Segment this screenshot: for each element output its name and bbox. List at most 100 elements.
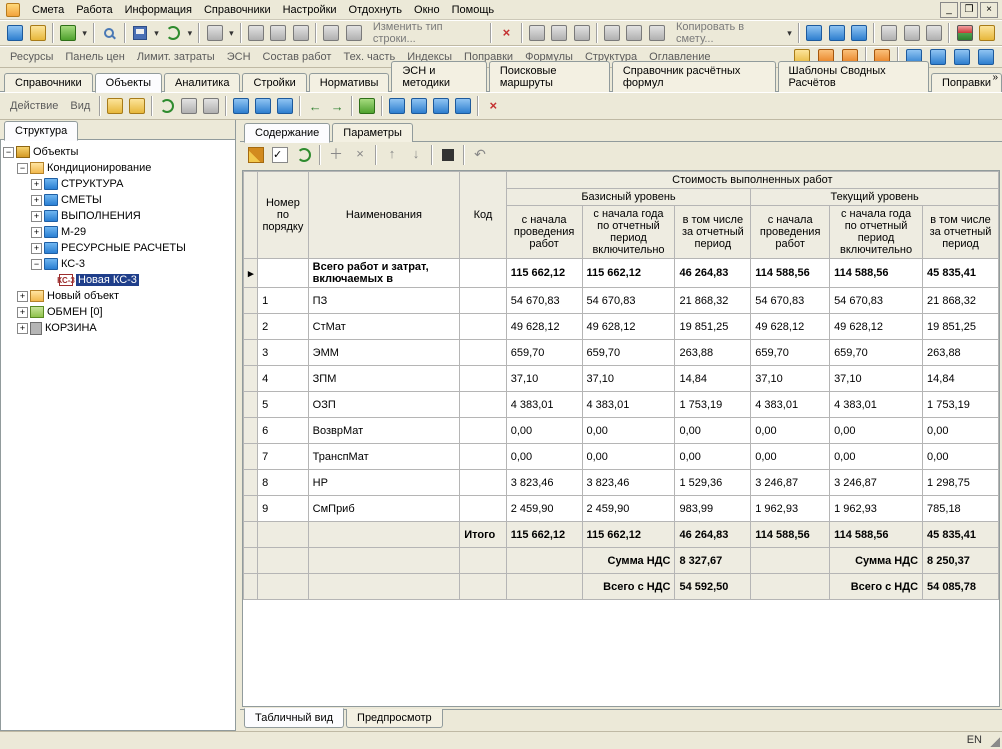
folder-icon[interactable] — [127, 96, 147, 116]
tool-icon[interactable] — [902, 22, 922, 44]
tool-icon[interactable] — [431, 96, 451, 116]
tool-icon[interactable] — [291, 22, 311, 44]
tool-icon[interactable] — [549, 22, 569, 44]
table-row[interactable]: 7ТранспМат0,000,000,000,000,000,00 — [244, 444, 999, 470]
table-row[interactable]: 1ПЗ54 670,8354 670,8321 868,3254 670,835… — [244, 288, 999, 314]
tab-structure[interactable]: Структура — [4, 121, 78, 141]
tool-icon[interactable] — [624, 22, 644, 44]
link-item[interactable]: Панель цен — [59, 49, 130, 65]
tool-icon[interactable] — [571, 22, 591, 44]
undo-icon[interactable]: ↶ — [469, 144, 491, 166]
tree-node[interactable]: +РЕСУРСНЫЕ РАСЧЕТЫ — [3, 240, 233, 256]
menu-item[interactable]: Справочники — [198, 2, 277, 18]
inner-tab[interactable]: Содержание — [244, 123, 330, 143]
refresh-icon[interactable] — [163, 22, 183, 44]
tool-icon[interactable] — [27, 22, 47, 44]
data-grid[interactable]: Номер по порядкуНаименованияКодСтоимость… — [242, 170, 1000, 707]
tool-icon[interactable] — [204, 22, 224, 44]
main-tab[interactable]: Нормативы — [309, 73, 390, 92]
tool-icon[interactable] — [527, 22, 547, 44]
tool-icon[interactable] — [201, 96, 221, 116]
table-row[interactable]: 3ЭММ659,70659,70263,88659,70659,70263,88 — [244, 340, 999, 366]
main-tab[interactable]: Поисковые маршруты — [489, 61, 610, 92]
tool-icon[interactable] — [253, 96, 273, 116]
main-tab[interactable]: Объекты — [95, 73, 162, 93]
arrow-right-icon[interactable]: → — [327, 96, 347, 116]
confirm-icon[interactable]: ✓ — [269, 144, 291, 166]
indent-icon[interactable] — [927, 46, 949, 68]
tool-icon[interactable] — [849, 22, 869, 44]
stop-icon[interactable] — [437, 144, 459, 166]
tree-node[interactable]: +ВЫПОЛНЕНИЯ — [3, 208, 233, 224]
tree-node[interactable]: +СМЕТЫ — [3, 192, 233, 208]
tool-icon[interactable] — [275, 96, 295, 116]
inner-tab[interactable]: Параметры — [332, 123, 413, 142]
bottom-tab[interactable]: Табличный вид — [244, 708, 344, 728]
menu-item[interactable]: Информация — [119, 2, 198, 18]
chevron-down-icon[interactable]: ▾ — [184, 28, 195, 39]
tool-icon[interactable] — [268, 22, 288, 44]
indent-icon[interactable] — [951, 46, 973, 68]
main-tab[interactable]: Шаблоны Сводных Расчётов — [778, 61, 929, 92]
tool-icon[interactable] — [647, 22, 667, 44]
tool-icon[interactable] — [343, 22, 363, 44]
close-tab-icon[interactable]: × — [483, 96, 503, 116]
tool-icon[interactable] — [453, 96, 473, 116]
tool-icon[interactable] — [179, 96, 199, 116]
chevron-down-icon[interactable]: ▾ — [226, 28, 237, 39]
main-tab[interactable]: Стройки — [242, 73, 306, 92]
tree-node[interactable]: +Новый объект — [3, 288, 233, 304]
edit-icon[interactable] — [245, 144, 267, 166]
tree-node[interactable]: +КОРЗИНА — [3, 320, 233, 336]
tree-node[interactable]: КС-3Новая КС-3 — [3, 272, 233, 288]
tool-icon[interactable] — [246, 22, 266, 44]
tree-node[interactable]: −КС-3 — [3, 256, 233, 272]
menu-item[interactable]: Отдохнуть — [343, 2, 409, 18]
table-row[interactable]: 2СтМат49 628,1249 628,1219 851,2549 628,… — [244, 314, 999, 340]
tool-icon[interactable] — [5, 22, 25, 44]
tool-icon[interactable] — [879, 22, 899, 44]
view-menu[interactable]: Вид — [64, 98, 96, 114]
save-icon[interactable] — [130, 22, 150, 44]
folder-up-icon[interactable] — [105, 96, 125, 116]
excel-icon[interactable] — [58, 22, 78, 44]
add-row-icon[interactable]: ＋ — [325, 144, 347, 166]
tool-icon[interactable] — [231, 96, 251, 116]
chevron-down-icon[interactable]: ▾ — [784, 28, 795, 39]
tool-icon[interactable] — [804, 22, 824, 44]
main-tab[interactable]: Поправки — [931, 73, 1002, 92]
table-row[interactable]: 9СмПриб2 459,902 459,90983,991 962,931 9… — [244, 496, 999, 522]
table-row[interactable]: 6ВозврМат0,000,000,000,000,000,00 — [244, 418, 999, 444]
move-down-icon[interactable]: ↓ — [405, 144, 427, 166]
table-row[interactable]: 4ЗПМ37,1037,1014,8437,1037,1014,84 — [244, 366, 999, 392]
tool-icon[interactable] — [826, 22, 846, 44]
tool-icon[interactable] — [357, 96, 377, 116]
restore-button[interactable]: ❐ — [960, 2, 978, 18]
action-menu[interactable]: Действие — [4, 98, 64, 114]
help-icon[interactable] — [977, 22, 997, 44]
menu-item[interactable]: Окно — [408, 2, 446, 18]
delete-row-icon[interactable]: × — [349, 144, 371, 166]
main-tab[interactable]: Справочник расчётных формул — [612, 61, 776, 92]
tool-icon[interactable] — [924, 22, 944, 44]
table-row[interactable]: 5ОЗП4 383,014 383,011 753,194 383,014 38… — [244, 392, 999, 418]
chevron-down-icon[interactable]: ▾ — [151, 28, 162, 39]
close-button[interactable]: × — [980, 2, 998, 18]
tree-node[interactable]: −Кондиционирование — [3, 160, 233, 176]
tree-node[interactable]: +СТРУКТУРА — [3, 176, 233, 192]
delete-icon[interactable]: × — [496, 22, 516, 44]
tree-node[interactable]: +М-29 — [3, 224, 233, 240]
resize-grip-icon[interactable] — [988, 735, 1000, 747]
totals-row[interactable]: ▸Всего работ и затрат, включаемых в115 6… — [244, 259, 999, 288]
tool-icon[interactable] — [321, 22, 341, 44]
link-item[interactable]: Лимит. затраты — [131, 49, 221, 65]
tree-view[interactable]: −Объекты−Кондиционирование+СТРУКТУРА+СМЕ… — [0, 140, 235, 731]
indent-icon[interactable] — [975, 46, 997, 68]
main-tab[interactable]: Справочники — [4, 73, 93, 92]
chevron-right-icon[interactable]: » — [992, 72, 998, 83]
tool-icon[interactable] — [602, 22, 622, 44]
tree-node[interactable]: +ОБМЕН [0] — [3, 304, 233, 320]
menu-item[interactable]: Смета — [26, 2, 70, 18]
refresh-icon[interactable] — [293, 144, 315, 166]
minimize-button[interactable]: _ — [940, 2, 958, 18]
